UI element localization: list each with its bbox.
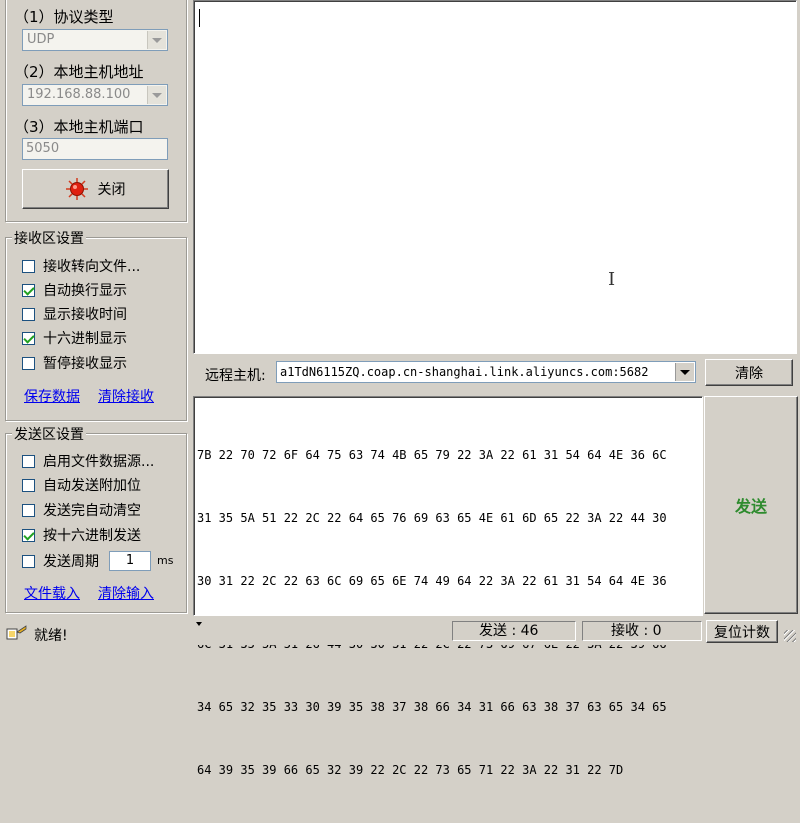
recv-option-auto-wrap[interactable]: 自动换行显示	[22, 280, 127, 300]
save-data-link[interactable]: 保存数据	[24, 386, 80, 406]
resize-grip-icon[interactable]	[784, 630, 796, 642]
remote-host-value: a1TdN6115ZQ.coap.cn-shanghai.link.aliyun…	[280, 365, 649, 379]
clear-receive-link[interactable]: 清除接收	[98, 386, 154, 406]
close-connection-button[interactable]: 关闭	[22, 169, 169, 209]
option-label: 暂停接收显示	[43, 356, 127, 372]
option-label: 自动换行显示	[43, 283, 127, 299]
receive-settings-title: 接收区设置	[12, 228, 86, 248]
option-label: 启用文件数据源...	[43, 454, 155, 470]
checkbox[interactable]	[22, 528, 35, 542]
close-button-label: 关闭	[97, 182, 126, 198]
chevron-down-icon[interactable]	[147, 86, 166, 104]
checkbox[interactable]	[22, 283, 35, 297]
option-label: 按十六进制发送	[43, 528, 141, 544]
recv-option-pause-display[interactable]: 暂停接收显示	[22, 353, 127, 373]
record-icon	[65, 178, 88, 200]
option-label: 发送完自动清空	[43, 503, 141, 519]
option-label: 发送周期	[43, 554, 99, 570]
send-line: 64 39 35 39 66 65 32 39 22 2C 22 73 65 7…	[197, 763, 624, 777]
recv-option-hex-display[interactable]: 十六进制显示	[22, 328, 127, 348]
host-port-input[interactable]: 5050	[22, 138, 168, 160]
host-addr-select[interactable]: 192.168.88.100	[22, 84, 168, 106]
chevron-down-icon[interactable]	[147, 31, 166, 49]
receive-area[interactable]: I	[193, 0, 797, 354]
text-cursor-icon: I	[608, 269, 616, 290]
host-addr-label: （2）本地主机地址	[14, 63, 144, 81]
recv-option-redirect-file[interactable]: 接收转向文件...	[22, 256, 140, 276]
send-settings-title: 发送区设置	[12, 424, 86, 444]
clear-remote-button[interactable]: 清除	[705, 359, 793, 386]
send-line: 34 65 32 35 33 30 39 35 38 37 38 66 34 3…	[197, 700, 667, 714]
protocol-select[interactable]: UDP	[22, 29, 168, 51]
option-label: 显示接收时间	[43, 307, 127, 323]
send-option-auto-clear[interactable]: 发送完自动清空	[22, 500, 141, 520]
checkbox[interactable]	[22, 503, 35, 517]
send-button[interactable]: 发送	[704, 396, 798, 614]
option-label: 自动发送附加位	[43, 478, 141, 494]
checkbox[interactable]	[22, 478, 35, 492]
sent-count: 发送 : 46	[452, 621, 576, 641]
host-port-label: （3）本地主机端口	[14, 118, 144, 136]
checkbox[interactable]	[22, 259, 35, 273]
send-line: 31 35 5A 51 22 2C 22 64 65 76 69 63 65 4…	[197, 511, 667, 525]
send-option-period[interactable]: 发送周期	[22, 551, 99, 571]
host-addr-value: 192.168.88.100	[27, 87, 131, 102]
status-ready-text: 就绪!	[34, 628, 68, 644]
send-line: 30 31 22 2C 22 63 6C 69 65 6E 74 49 64 2…	[197, 574, 667, 588]
protocol-value: UDP	[27, 32, 55, 47]
option-label: 接收转向文件...	[43, 259, 141, 275]
checkbox[interactable]	[22, 356, 35, 370]
checkbox[interactable]	[22, 554, 35, 568]
send-option-append-bits[interactable]: 自动发送附加位	[22, 475, 141, 495]
checkbox[interactable]	[22, 307, 35, 321]
text-caret	[199, 9, 200, 27]
status-ready-icon	[6, 624, 28, 644]
recv-option-show-time[interactable]: 显示接收时间	[22, 304, 127, 324]
period-input[interactable]: 1	[109, 551, 151, 571]
received-count: 接收 : 0	[582, 621, 702, 641]
remote-host-select[interactable]: a1TdN6115ZQ.coap.cn-shanghai.link.aliyun…	[276, 361, 696, 383]
checkbox[interactable]	[22, 331, 35, 345]
clear-input-link[interactable]: 清除输入	[98, 583, 154, 603]
period-unit: ms	[157, 554, 174, 567]
checkbox[interactable]	[22, 454, 35, 468]
send-line: 7B 22 70 72 6F 64 75 63 74 4B 65 79 22 3…	[197, 448, 667, 462]
load-file-link[interactable]: 文件载入	[24, 583, 80, 603]
send-text: 7B 22 70 72 6F 64 75 63 74 4B 65 79 22 3…	[197, 403, 667, 823]
reset-count-button[interactable]: 复位计数	[706, 620, 778, 643]
send-option-file-source[interactable]: 启用文件数据源...	[22, 451, 154, 471]
send-area[interactable]: 7B 22 70 72 6F 64 75 63 74 4B 65 79 22 3…	[193, 396, 703, 777]
send-option-hex-send[interactable]: 按十六进制发送	[22, 525, 141, 545]
option-label: 十六进制显示	[43, 331, 127, 347]
protocol-label: （1）协议类型	[14, 8, 114, 26]
remote-host-label: 远程主机:	[205, 368, 266, 384]
chevron-down-icon[interactable]	[675, 363, 694, 381]
status-triangle-icon	[196, 622, 202, 626]
